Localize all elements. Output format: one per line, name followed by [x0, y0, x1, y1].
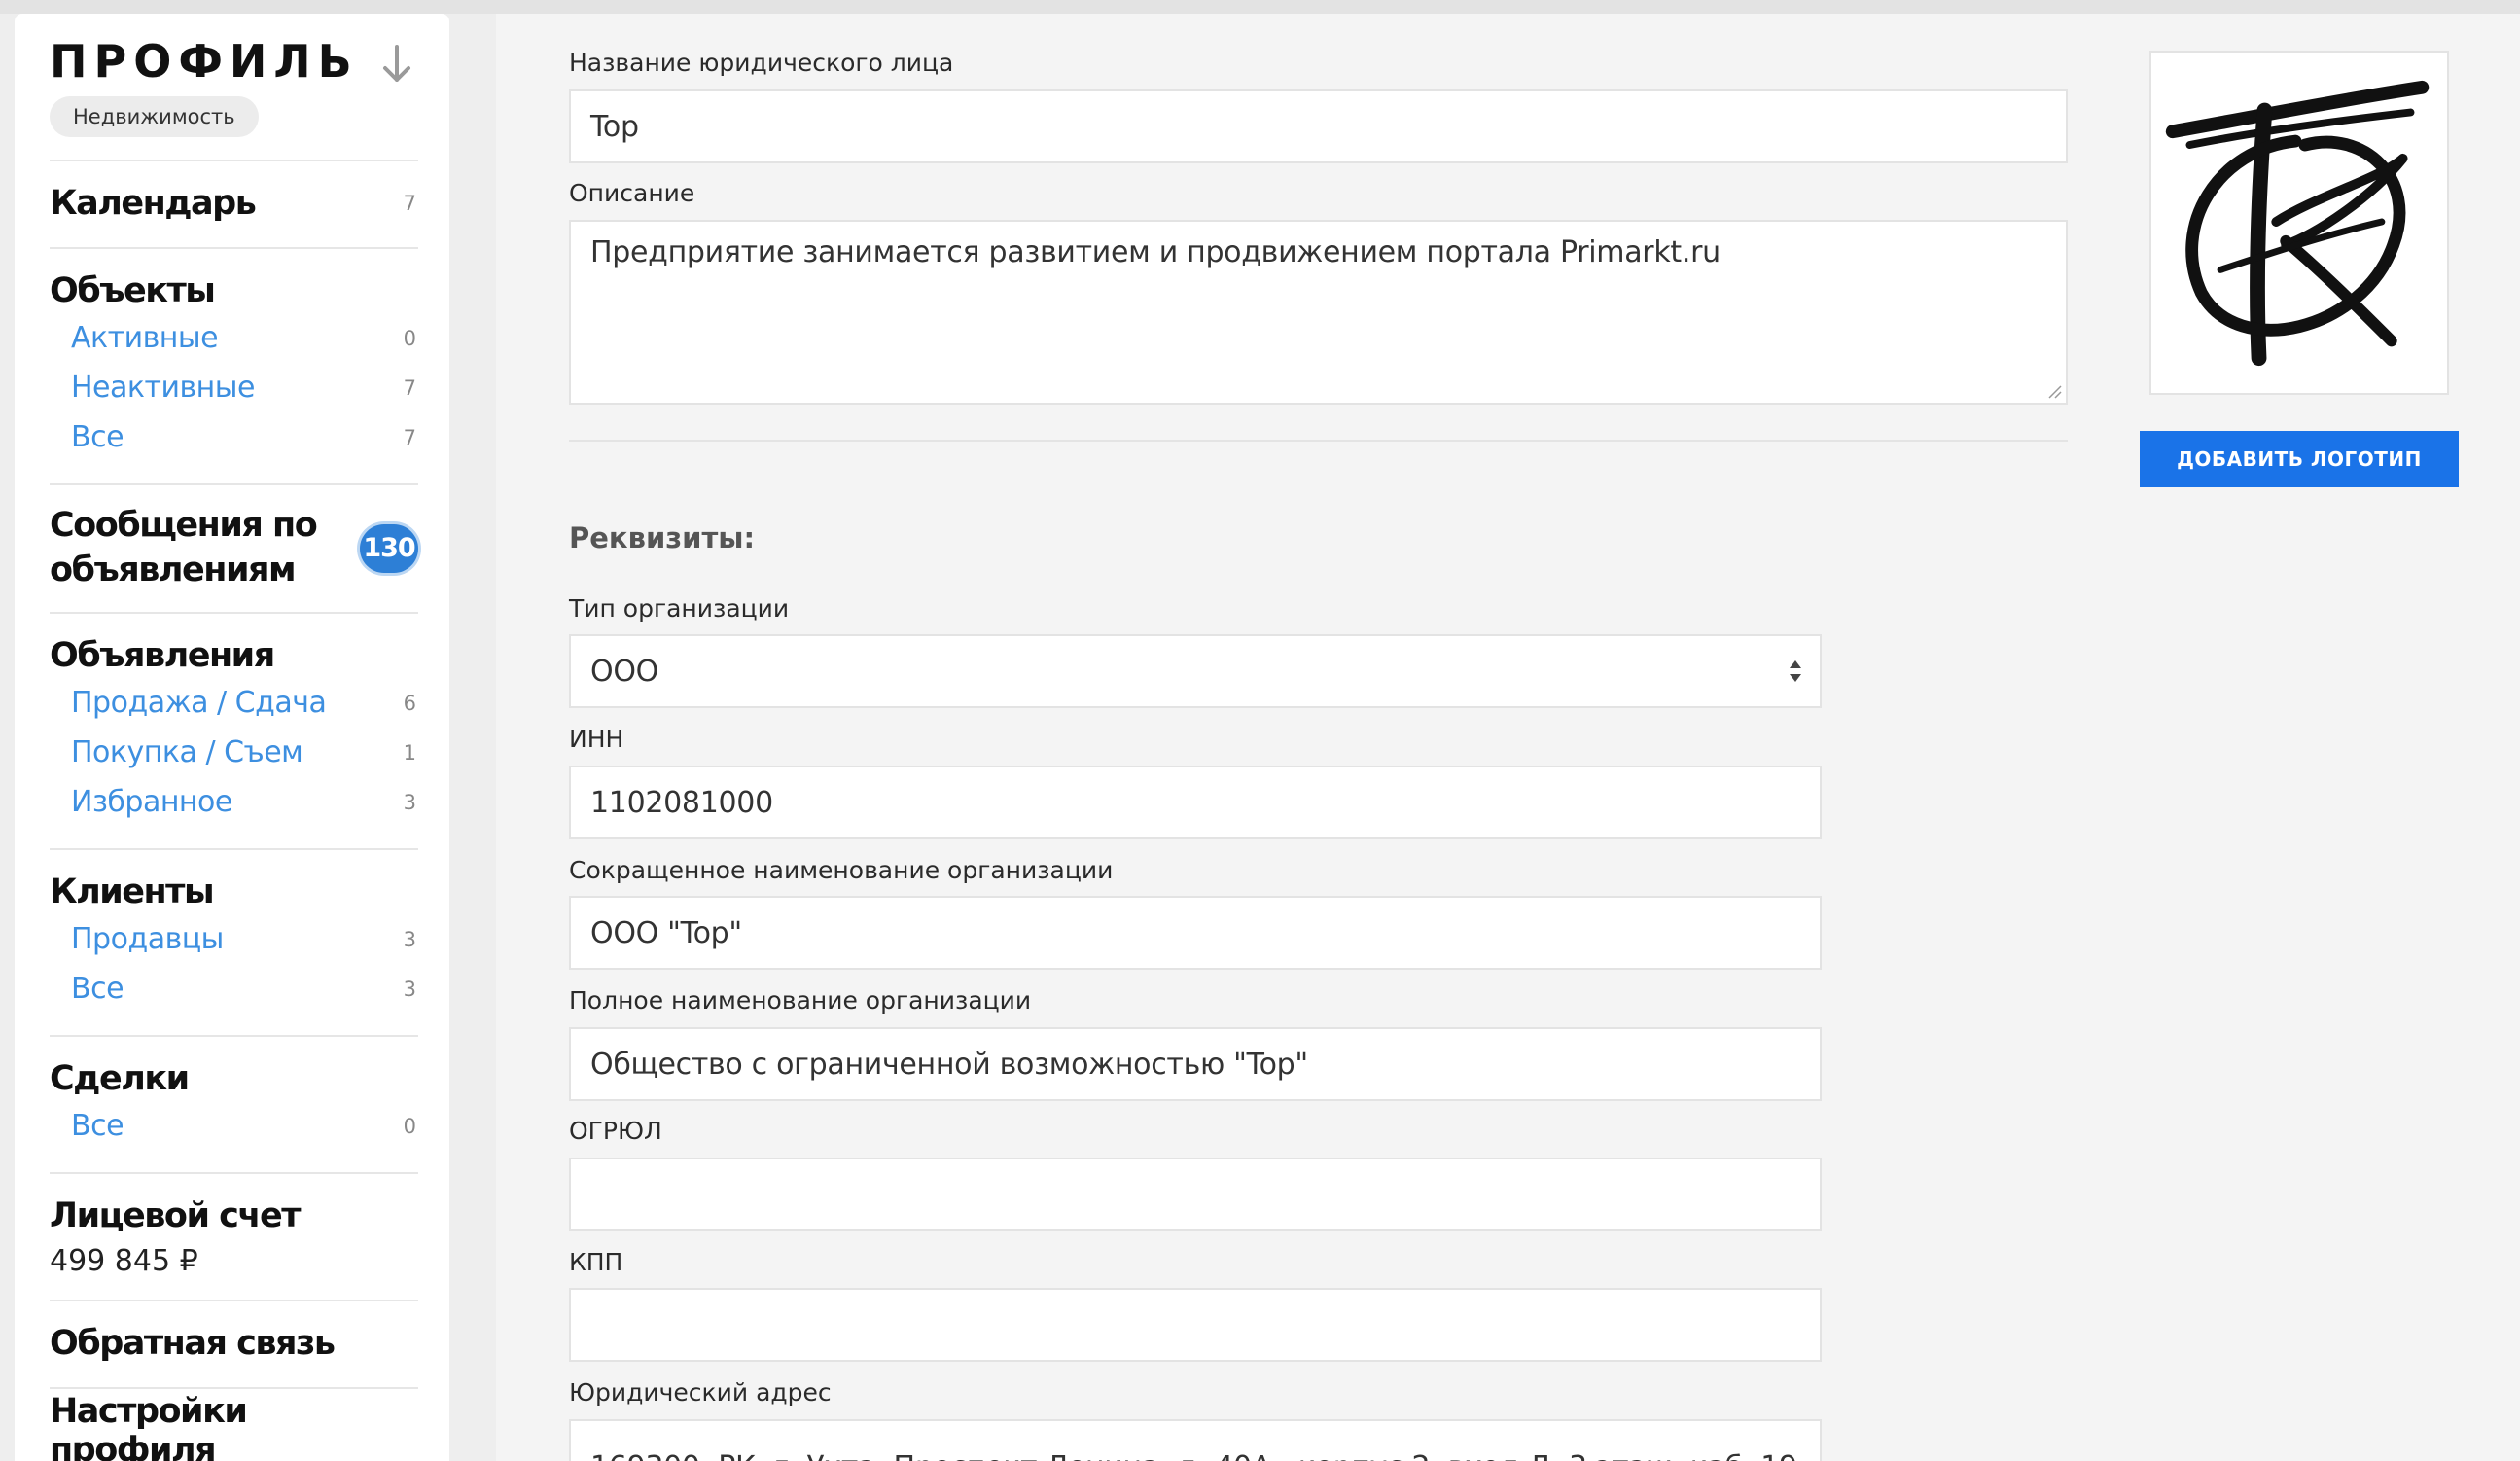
- section-divider: [569, 440, 2068, 442]
- description-label: Описание: [569, 179, 695, 207]
- kpp-input[interactable]: [569, 1288, 1822, 1362]
- arrow-down-icon[interactable]: [379, 43, 414, 86]
- sidebar-item-sellers[interactable]: Продавцы 3: [50, 914, 418, 964]
- window-top-strip: [0, 0, 2520, 14]
- settings-label: Настройки профиля: [50, 1392, 248, 1461]
- favorites-count: 3: [403, 790, 416, 814]
- ads-title: Объявления: [50, 636, 275, 675]
- org-type-value: ООО: [590, 654, 658, 689]
- profile-title: ПРОФИЛЬ: [50, 35, 359, 88]
- active-link[interactable]: Активные: [71, 321, 219, 355]
- messages-section[interactable]: Сообщения по объявлениям 130: [50, 485, 418, 614]
- objects-all-count: 7: [403, 425, 416, 449]
- objects-header: Объекты: [50, 268, 418, 313]
- org-type-label: Тип организации: [569, 594, 790, 623]
- ogrul-label: ОГРЮЛ: [569, 1117, 662, 1145]
- sidebar-item-objects-all[interactable]: Все 7: [50, 412, 418, 462]
- sellers-count: 3: [403, 927, 416, 951]
- account-section[interactable]: Лицевой счет 499 845 ₽: [50, 1174, 418, 1301]
- clients-header: Клиенты: [50, 870, 418, 914]
- deals-header: Сделки: [50, 1056, 418, 1101]
- short-name-input[interactable]: ООО "Top": [569, 896, 1822, 970]
- account-balance: 499 845 ₽: [50, 1244, 198, 1278]
- description-text: Предприятие занимается развитием и продв…: [590, 235, 1721, 269]
- calendar-label: Календарь: [50, 184, 257, 223]
- objects-title: Объекты: [50, 271, 216, 310]
- sidebar-item-favorites[interactable]: Избранное 3: [50, 777, 418, 827]
- sidebar-item-sale[interactable]: Продажа / Сдача 6: [50, 678, 418, 728]
- ogrul-input[interactable]: [569, 1158, 1822, 1231]
- account-title: Лицевой счет: [50, 1196, 301, 1235]
- sidebar-item-clients-all[interactable]: Все 3: [50, 964, 418, 1014]
- clients-all-count: 3: [403, 977, 416, 1001]
- add-logo-button[interactable]: ДОБАВИТЬ ЛОГОТИП: [2140, 431, 2459, 487]
- full-name-input[interactable]: Общество с ограниченной возможностью "To…: [569, 1027, 1822, 1101]
- inactive-count: 7: [403, 375, 416, 400]
- settings-item[interactable]: Настройки профиля: [50, 1392, 418, 1461]
- calendar-count: 7: [403, 192, 416, 215]
- logo-preview: [2149, 51, 2449, 395]
- signature-logo-icon: [2165, 80, 2430, 367]
- inn-input[interactable]: 1102081000: [569, 766, 1822, 839]
- calendar-section: Календарь 7: [50, 161, 418, 249]
- legal-name-input[interactable]: Top: [569, 89, 2068, 163]
- sidebar-item-deals-all[interactable]: Все 0: [50, 1101, 418, 1151]
- clients-section: Клиенты Продавцы 3 Все 3: [50, 850, 418, 1037]
- profile-header: ПРОФИЛЬ Недвижимость: [50, 14, 418, 161]
- resize-grip-icon[interactable]: [2046, 383, 2062, 399]
- account-header: Лицевой счет: [50, 1194, 418, 1238]
- kpp-label: КПП: [569, 1248, 623, 1276]
- inn-label: ИНН: [569, 725, 624, 753]
- sidebar-item-inactive[interactable]: Неактивные 7: [50, 363, 418, 412]
- description-textarea[interactable]: Предприятие занимается развитием и продв…: [569, 220, 2068, 405]
- active-count: 0: [403, 326, 416, 350]
- calendar-item[interactable]: Календарь 7: [50, 181, 418, 226]
- sidebar-item-active[interactable]: Активные 0: [50, 313, 418, 363]
- legal-name-label: Название юридического лица: [569, 49, 954, 77]
- deals-all-link[interactable]: Все: [71, 1109, 124, 1143]
- settings-section[interactable]: Настройки профиля: [50, 1389, 418, 1461]
- feedback-label: Обратная связь: [50, 1324, 336, 1363]
- legal-address-label: Юридический адрес: [569, 1378, 832, 1407]
- ads-header: Объявления: [50, 633, 418, 678]
- legal-address-input[interactable]: 169300, РК, г. Ухта, Проспект Ленина, д.…: [569, 1419, 1822, 1461]
- clients-all-link[interactable]: Все: [71, 972, 124, 1006]
- clients-title: Клиенты: [50, 873, 215, 911]
- messages-badge: 130: [360, 524, 418, 573]
- feedback-item[interactable]: Обратная связь: [50, 1321, 418, 1366]
- favorites-link[interactable]: Избранное: [71, 785, 232, 819]
- ads-section: Объявления Продажа / Сдача 6 Покупка / С…: [50, 614, 418, 850]
- sale-link[interactable]: Продажа / Сдача: [71, 686, 327, 720]
- deals-title: Сделки: [50, 1059, 190, 1098]
- short-name-label: Сокращенное наименование организации: [569, 856, 1114, 884]
- category-tag[interactable]: Недвижимость: [50, 96, 259, 137]
- requisites-heading: Реквизиты:: [569, 521, 756, 554]
- inactive-link[interactable]: Неактивные: [71, 371, 255, 405]
- purchase-count: 1: [403, 740, 416, 765]
- purchase-link[interactable]: Покупка / Съем: [71, 735, 303, 769]
- sellers-link[interactable]: Продавцы: [71, 922, 224, 956]
- deals-section: Сделки Все 0: [50, 1037, 418, 1174]
- org-type-select[interactable]: ООО: [569, 634, 1822, 708]
- feedback-section[interactable]: Обратная связь: [50, 1301, 418, 1389]
- select-arrows-icon: [1790, 660, 1801, 682]
- objects-section: Объекты Активные 0 Неактивные 7 Все 7: [50, 249, 418, 485]
- sidebar-item-purchase[interactable]: Покупка / Съем 1: [50, 728, 418, 777]
- company-form: Название юридического лица Top Описание …: [496, 14, 2520, 1461]
- sale-count: 6: [403, 691, 416, 715]
- profile-sidebar: ПРОФИЛЬ Недвижимость Календарь 7 Объекты…: [15, 14, 449, 1461]
- deals-all-count: 0: [403, 1114, 416, 1138]
- full-name-label: Полное наименование организации: [569, 986, 1032, 1015]
- objects-all-link[interactable]: Все: [71, 420, 124, 454]
